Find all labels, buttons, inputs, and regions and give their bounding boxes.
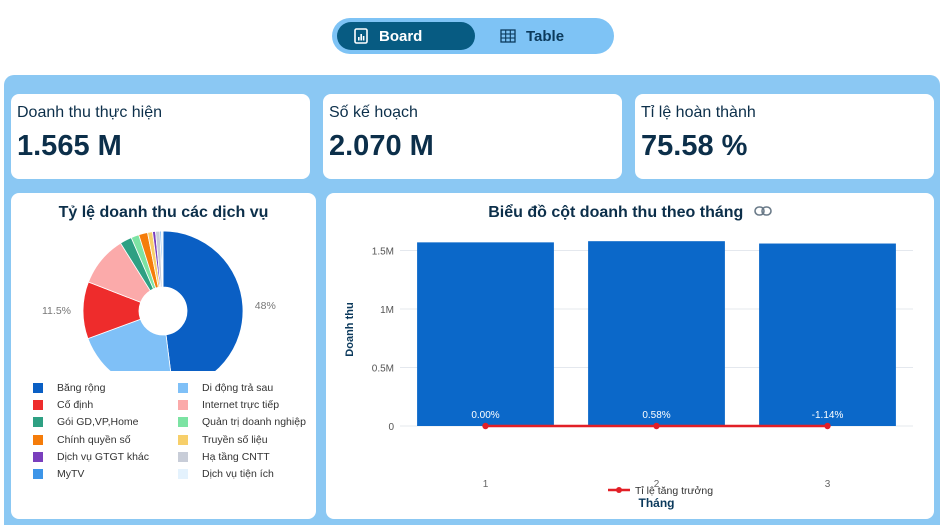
legend-swatch (178, 469, 188, 480)
kpi-card-plan: Số kế hoạch 2.070 M (323, 94, 622, 179)
bar-chart-card: Biểu đồ cột doanh thu theo tháng 0 0.5M 1M… (326, 193, 934, 519)
pie-legend: Băng rộng Di động trả sau Cố định Internet … (33, 381, 323, 481)
legend-item[interactable]: Gói GD,VP,Home (33, 416, 178, 429)
kpi-value: 75.58 % (641, 130, 748, 162)
legend-swatch (33, 382, 43, 393)
legend-item[interactable]: Truyền số liệu (178, 433, 323, 446)
legend-label: Dịch vụ tiện ích (202, 468, 274, 481)
table-tab[interactable]: Table (484, 22, 606, 50)
legend-marker (616, 487, 622, 493)
growth-point[interactable] (653, 422, 660, 430)
legend-item[interactable]: Cố định (33, 398, 178, 411)
legend-label: Gói GD,VP,Home (57, 416, 139, 429)
dashboard-panel: Doanh thu thực hiện 1.565 M Số kế hoạch … (4, 75, 940, 525)
pie-chart: 48%21.4%11.5% (11, 230, 316, 373)
bar[interactable] (588, 241, 725, 426)
growth-point[interactable] (482, 422, 489, 430)
legend-swatch (33, 434, 43, 445)
legend-swatch (178, 434, 188, 445)
kpi-value: 1.565 M (17, 130, 122, 162)
y-tick-label: 1M (380, 305, 394, 316)
x-tick-label: 1 (483, 479, 489, 490)
bar[interactable] (759, 243, 896, 426)
view-toggle: Board Table (332, 18, 614, 54)
legend-label: Internet trực tiếp (202, 398, 280, 411)
bar[interactable] (417, 242, 554, 426)
legend-swatch (178, 382, 188, 393)
legend-item[interactable]: Di động trả sau (178, 381, 323, 394)
legend-swatch (33, 417, 43, 428)
pie-chart-card: Tỷ lệ doanh thu các dịch vụ 48%21.4%11.5… (11, 193, 316, 519)
y-axis-label: Doanh thu (344, 302, 356, 356)
dashboard-icon (353, 28, 369, 44)
legend-label: Hạ tầng CNTT (202, 451, 270, 464)
growth-point[interactable] (824, 422, 831, 430)
legend-label: Chính quyền số (57, 433, 131, 446)
pie-slice-label: 48% (255, 300, 276, 312)
legend-item[interactable]: Chính quyền số (33, 433, 178, 446)
legend-item[interactable]: Dịch vụ tiện ích (178, 468, 323, 481)
legend-swatch (33, 452, 43, 463)
legend-item[interactable]: Hạ tầng CNTT (178, 451, 323, 464)
pie-slice-label: 11.5% (42, 305, 71, 317)
data-label: 0.00% (471, 410, 499, 421)
legend-label: Dịch vụ GTGT khác (57, 451, 149, 464)
legend-swatch (178, 452, 188, 463)
kpi-card-revenue: Doanh thu thực hiện 1.565 M (11, 94, 310, 179)
x-axis-label: Tháng (639, 496, 675, 510)
kpi-label: Tỉ lệ hoàn thành (641, 104, 756, 121)
legend-item[interactable]: Băng rộng (33, 381, 178, 394)
y-tick-label: 0.5M (372, 364, 394, 375)
table-tab-label: Table (526, 27, 565, 45)
legend-item[interactable]: MyTV (33, 468, 178, 481)
y-tick-label: 0 (388, 422, 394, 433)
legend-label: Di động trả sau (202, 381, 274, 394)
board-tab[interactable]: Board (337, 22, 475, 50)
pie-slice[interactable] (162, 230, 244, 373)
board-tab-label: Board (379, 27, 423, 45)
legend-item[interactable]: Internet trực tiếp (178, 398, 323, 411)
x-tick-label: 3 (825, 479, 831, 490)
table-icon (500, 28, 516, 44)
legend-label: Cố định (57, 398, 94, 411)
legend-swatch (178, 417, 188, 428)
kpi-label: Số kế hoạch (329, 104, 418, 121)
legend-item[interactable]: Quản trị doanh nghiệp (178, 416, 323, 429)
kpi-value: 2.070 M (329, 130, 434, 162)
kpi-label: Doanh thu thực hiện (17, 104, 163, 121)
legend-label[interactable]: Tỉ lệ tăng trưởng (635, 485, 713, 497)
legend-swatch (33, 399, 43, 410)
data-label: -1.14% (812, 410, 844, 421)
legend-swatch (33, 469, 43, 480)
y-tick-label: 1.5M (372, 247, 394, 258)
legend-label: MyTV (57, 468, 85, 481)
bar-chart: 00.5M1M1.5M10.00%20.58%3-1.14%ThángDoanh… (344, 241, 913, 510)
pie-mask (11, 371, 316, 373)
legend-swatch (178, 399, 188, 410)
legend-label: Băng rộng (57, 381, 106, 394)
kpi-card-completion: Tỉ lệ hoàn thành 75.58 % (635, 94, 934, 179)
data-label: 0.58% (642, 410, 670, 421)
legend-item[interactable]: Dịch vụ GTGT khác (33, 451, 178, 464)
legend-label: Quản trị doanh nghiệp (202, 416, 306, 429)
legend-label: Truyền số liệu (202, 433, 268, 446)
